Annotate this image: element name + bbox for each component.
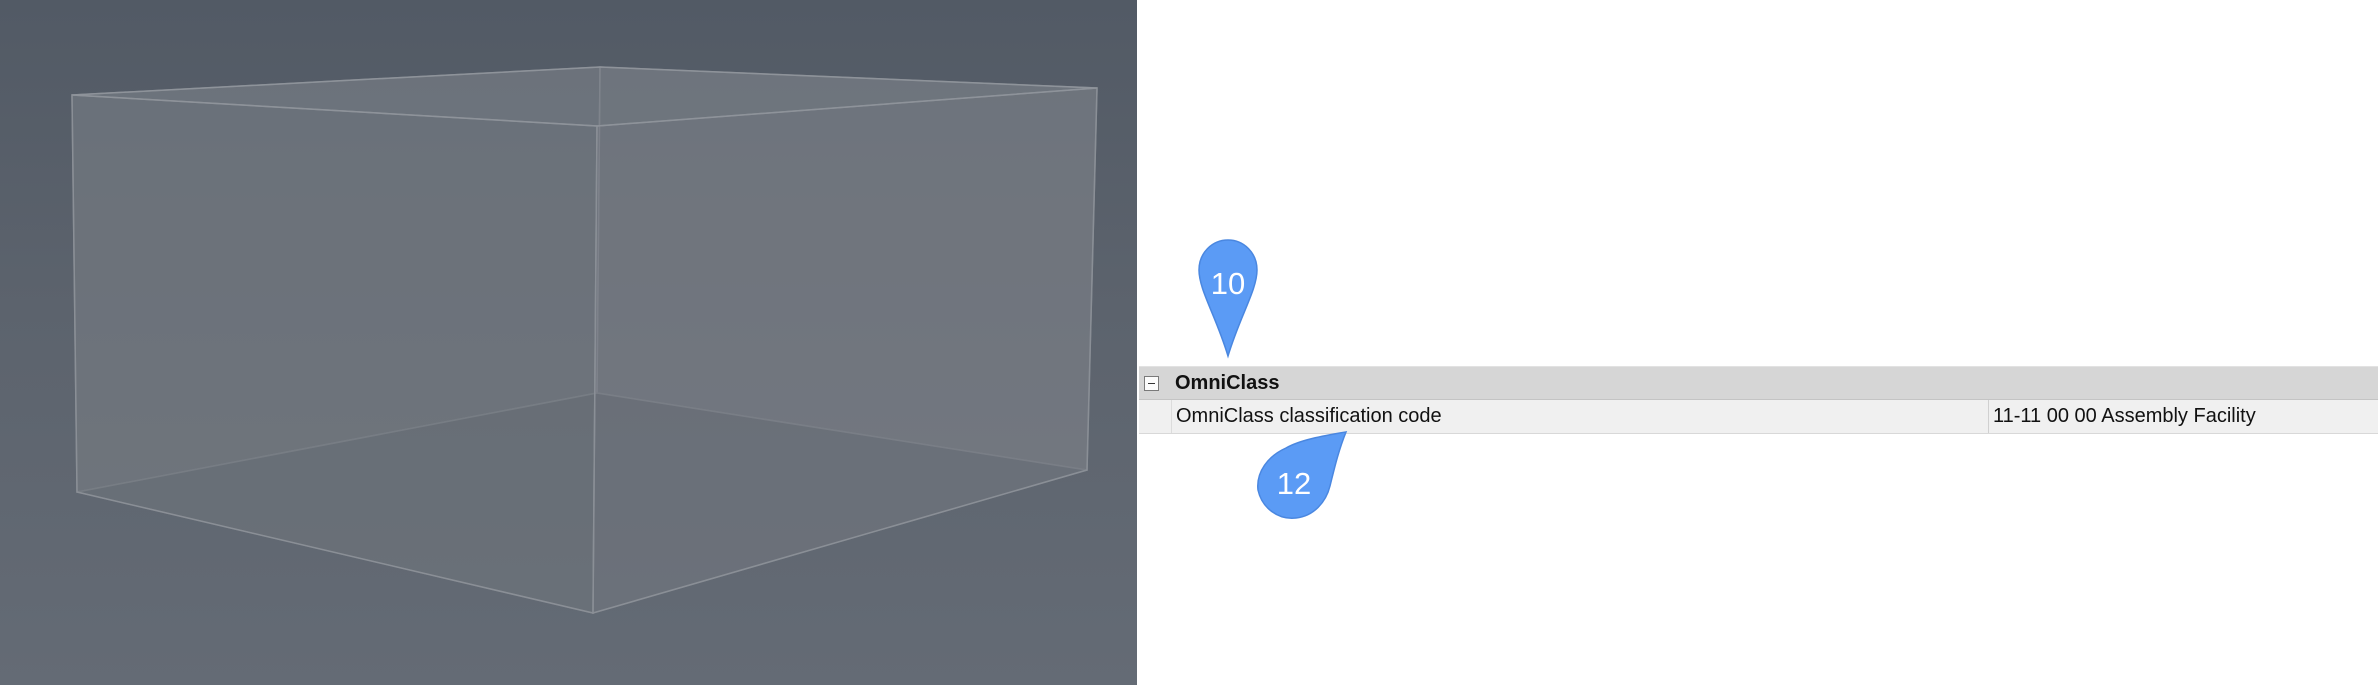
app-window: OmniClass OmniClass classification code … [0,0,2378,685]
callout-number: 10 [1210,266,1246,301]
category-label: OmniClass [1175,372,1280,394]
row-gutter [1139,400,1171,433]
box-front-left-face [71,94,598,614]
property-value-field[interactable]: 11-11 00 00 Assembly Facility [1988,400,2378,433]
box-front-right-face [592,87,1098,615]
collapse-minus-icon[interactable] [1144,376,1159,391]
properties-panel [1137,0,2378,685]
callout-10: 10 [1196,238,1260,360]
callout-number: 12 [1276,466,1312,501]
category-row-omniclass[interactable]: OmniClass [1139,366,2378,400]
viewport-canvas [71,66,1098,615]
callout-12: 12 [1252,428,1348,524]
3d-viewport[interactable] [0,0,1137,685]
property-grid: OmniClass OmniClass classification code … [1139,366,2378,434]
